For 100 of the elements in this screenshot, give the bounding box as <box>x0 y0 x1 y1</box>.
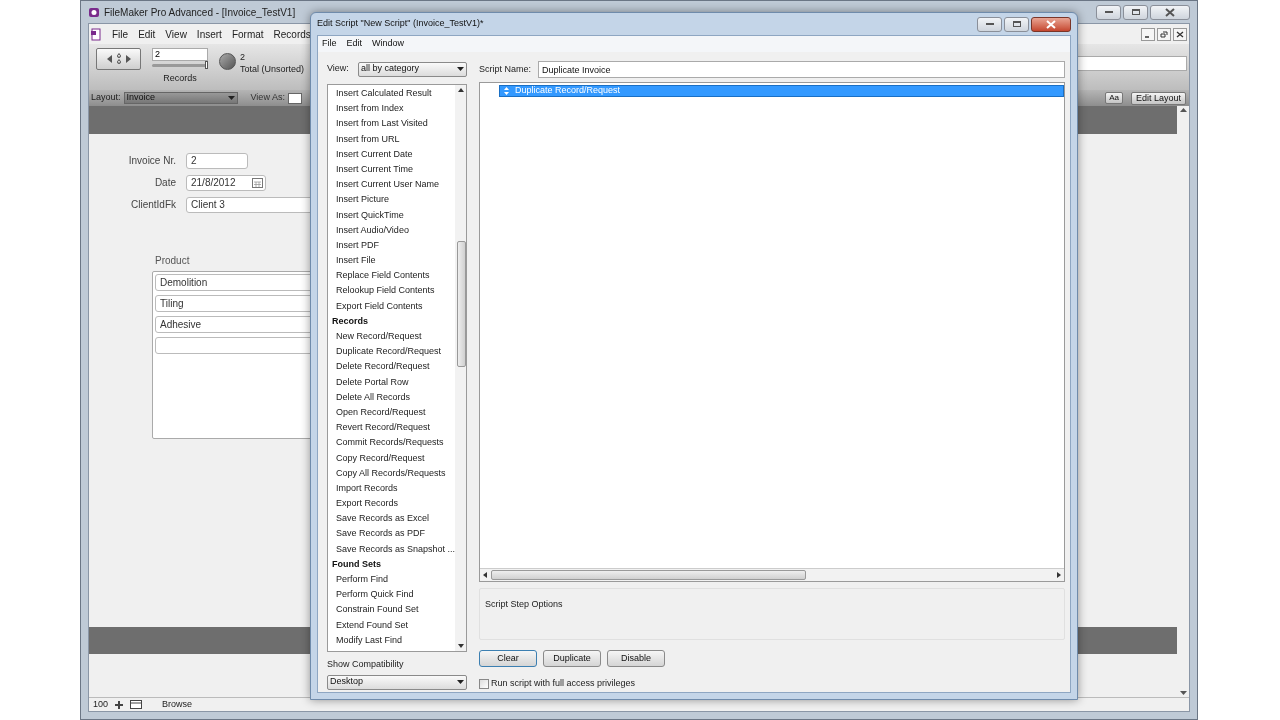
step-list-item[interactable]: Save Records as PDF <box>328 526 456 542</box>
step-list-item[interactable]: Perform Quick Find <box>328 587 456 603</box>
step-list-item[interactable]: Save Records as Snapshot ... <box>328 541 456 557</box>
mode-label[interactable]: Browse <box>162 697 193 712</box>
step-list-item[interactable]: Copy All Records/Requests <box>328 465 456 481</box>
text-format-button[interactable]: Aa <box>1105 92 1123 104</box>
menu-item[interactable]: File <box>112 26 129 42</box>
view-dropdown[interactable]: all by category <box>358 61 467 77</box>
layout-dropdown[interactable]: Invoice <box>123 92 238 104</box>
list-scrollbar[interactable] <box>455 85 466 651</box>
calendar-icon[interactable] <box>251 175 265 190</box>
dialog-title: Edit Script "New Script" (Invoice_TestV1)* <box>317 17 484 31</box>
zoom-level[interactable]: 100 <box>93 697 109 712</box>
action-button[interactable]: Clear <box>479 650 537 667</box>
action-button[interactable]: Disable <box>607 650 665 667</box>
options-label: Script Step Options <box>485 599 563 609</box>
app-icon <box>88 6 100 18</box>
menu-item[interactable]: View <box>165 26 187 42</box>
step-list-item[interactable]: Insert Current User Name <box>328 177 456 193</box>
step-list-item[interactable]: Save Records as Excel <box>328 511 456 527</box>
step-list-item[interactable]: Extend Found Set <box>328 617 456 633</box>
menu-item[interactable]: File <box>322 37 337 51</box>
field-label: ClientIdFk <box>130 198 177 212</box>
category-header[interactable]: Found Sets <box>328 556 456 572</box>
maximize-button[interactable] <box>1123 4 1148 20</box>
step-list-item[interactable]: Modify Last Find <box>328 632 456 648</box>
scroll-left-icon[interactable] <box>483 572 487 578</box>
slider-thumb[interactable] <box>205 61 208 69</box>
zoom-in-icon[interactable] <box>114 699 125 710</box>
step-list-item[interactable]: Insert Calculated Result <box>328 86 456 102</box>
menu-item[interactable]: Insert <box>196 26 222 42</box>
menu-item[interactable]: Format <box>231 26 264 42</box>
close-button[interactable] <box>1031 16 1071 32</box>
script-name-label: Script Name: <box>479 62 531 76</box>
scrollbar-thumb[interactable] <box>456 241 466 367</box>
menu-item[interactable]: Records <box>273 26 311 42</box>
step-list-item[interactable]: Insert PDF <box>328 237 456 254</box>
step-list-item[interactable]: Delete Record/Request <box>328 359 456 375</box>
scroll-up-icon[interactable] <box>1179 108 1187 112</box>
step-list-item[interactable]: Delete All Records <box>328 389 456 405</box>
step-list-item[interactable]: Insert from Index <box>328 101 456 117</box>
view-as-label: View As: <box>250 91 285 105</box>
checkbox-label: Run script with full access privileges <box>491 677 636 690</box>
menu-item[interactable]: Window <box>372 37 405 51</box>
vertical-scrollbar[interactable] <box>1177 106 1189 697</box>
step-list-item[interactable]: Perform Find <box>328 572 456 588</box>
step-list-item[interactable]: Insert File <box>328 253 456 269</box>
product-label: Product <box>155 254 190 268</box>
compatibility-label: Show Compatibility <box>327 658 405 671</box>
record-slider[interactable] <box>152 64 208 67</box>
step-list-item[interactable]: Revert Record/Request <box>328 420 456 436</box>
close-button[interactable] <box>1150 4 1190 20</box>
view-label: View: <box>327 62 349 76</box>
caret-icon <box>457 67 464 71</box>
step-list-item[interactable]: Commit Records/Requests <box>328 435 456 451</box>
caret-icon <box>457 680 464 684</box>
step-list-item[interactable]: Insert Current Date <box>328 146 456 162</box>
records-label: Records <box>163 72 197 85</box>
pie-chart-icon <box>219 53 236 70</box>
step-list-item[interactable]: Export Records <box>328 496 456 512</box>
layout-label: Layout: <box>91 91 121 105</box>
move-handle-icon[interactable] <box>504 87 509 95</box>
step-list-item[interactable]: Duplicate Record/Request <box>328 344 456 360</box>
step-list-item[interactable]: Import Records <box>328 480 456 497</box>
found-count: 2 <box>240 51 246 63</box>
script-name-field[interactable]: Duplicate Invoice <box>538 61 1065 78</box>
date-field[interactable]: 21/8/2012 <box>186 174 266 191</box>
document-icon <box>91 27 102 41</box>
scroll-right-icon[interactable] <box>1057 572 1061 578</box>
compatibility-dropdown[interactable]: Desktop <box>327 674 467 690</box>
scrollbar-thumb[interactable] <box>491 570 806 580</box>
step-list-item[interactable]: Copy Record/Request <box>328 450 456 466</box>
scroll-down-icon[interactable] <box>458 644 465 648</box>
horizontal-scrollbar[interactable] <box>480 568 1064 581</box>
menu-item[interactable]: Edit <box>138 26 156 42</box>
step-list-item[interactable]: Insert from URL <box>328 131 456 147</box>
edit-layout-button[interactable]: Edit Layout <box>1130 91 1186 105</box>
scroll-down-icon[interactable] <box>1179 691 1187 695</box>
step-list-item[interactable]: Insert Current Time <box>328 161 456 178</box>
step-list-item[interactable]: Open Record/Request <box>328 404 456 421</box>
menu-item[interactable]: Edit <box>346 37 363 51</box>
caret-icon <box>227 96 235 100</box>
checkbox[interactable] <box>479 678 489 689</box>
minimize-button[interactable] <box>977 16 1002 32</box>
total-label: Total (Unsorted) <box>240 63 305 75</box>
action-button[interactable]: Duplicate <box>543 650 601 667</box>
status-toolbar-icon[interactable] <box>130 700 143 709</box>
text-field[interactable]: 2 <box>186 152 248 169</box>
record-navigation-button[interactable] <box>96 48 141 70</box>
step-list-item[interactable]: Insert from Last Visited <box>328 116 456 132</box>
minimize-button[interactable] <box>1096 4 1121 20</box>
maximize-button[interactable] <box>1004 16 1029 32</box>
scroll-up-icon[interactable] <box>458 88 465 92</box>
step-list-item[interactable]: Insert Audio/Video <box>328 222 456 238</box>
step-list-item[interactable]: Delete Portal Row <box>328 374 456 390</box>
form-view-button[interactable] <box>287 92 302 104</box>
step-list-item[interactable]: Constrain Found Set <box>328 602 456 618</box>
close-icon[interactable] <box>1165 7 1175 17</box>
field-label: Date <box>153 176 177 190</box>
record-number-field[interactable]: 2 <box>152 48 208 61</box>
